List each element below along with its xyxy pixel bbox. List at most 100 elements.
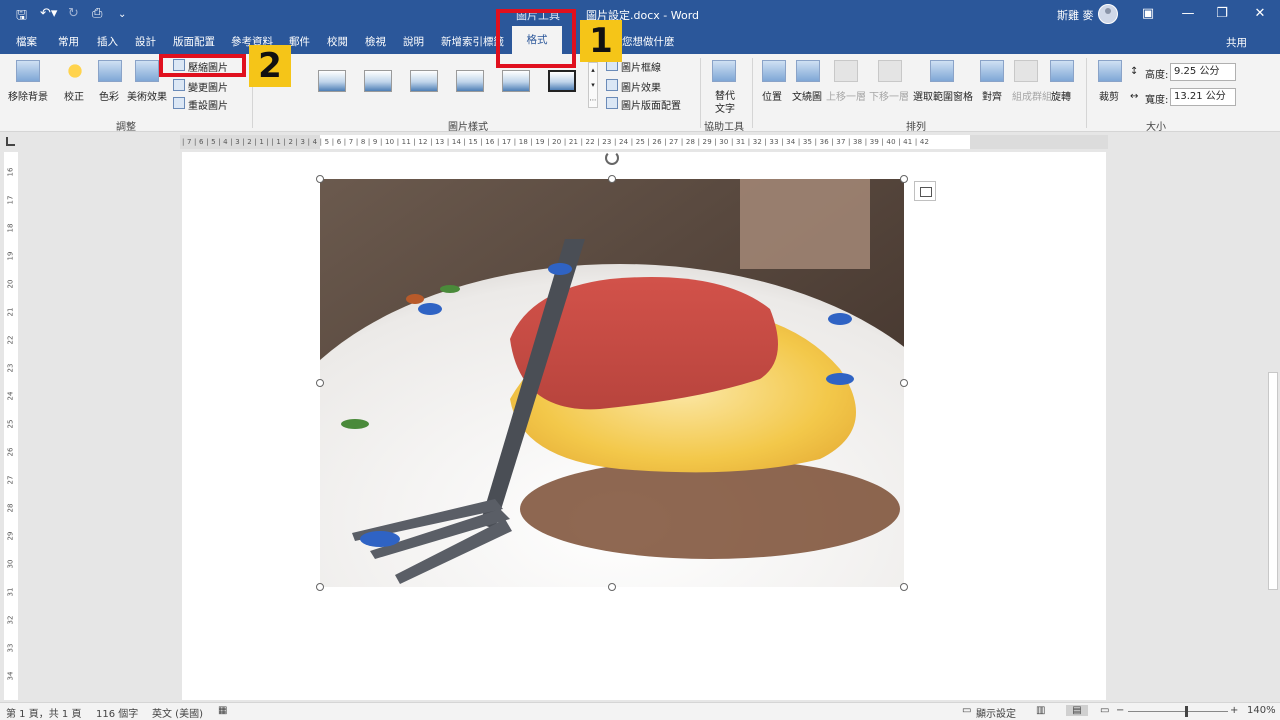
crop-button[interactable]: 裁剪 xyxy=(1099,88,1119,103)
zoom-slider[interactable] xyxy=(1128,711,1228,712)
save-icon[interactable]: 🖫 xyxy=(16,6,27,28)
rotate-button[interactable]: 旋轉 xyxy=(1051,88,1071,103)
selected-picture[interactable] xyxy=(320,179,904,587)
picture-style-thumb-selected[interactable] xyxy=(548,70,576,92)
tab-help[interactable]: 說明 xyxy=(403,34,424,49)
align-icon[interactable] xyxy=(980,60,1004,82)
customize-qat-icon[interactable]: ⌄ xyxy=(118,9,126,20)
bring-forward-icon[interactable] xyxy=(834,60,858,82)
resize-handle[interactable] xyxy=(316,583,324,591)
corrections-icon[interactable] xyxy=(63,60,87,82)
ribbon-display-icon[interactable]: ▣ xyxy=(1138,4,1158,24)
selection-pane-icon[interactable] xyxy=(930,60,954,82)
crop-icon[interactable] xyxy=(1098,60,1122,82)
tab-review[interactable]: 校閱 xyxy=(327,34,348,49)
alt-text-icon[interactable] xyxy=(712,60,736,82)
macro-record-icon[interactable]: ▦ xyxy=(218,705,227,716)
group-objects-button[interactable]: 組成群組 xyxy=(1012,88,1052,103)
color-button[interactable]: 色彩 xyxy=(99,88,119,103)
remove-background-icon[interactable] xyxy=(16,60,40,82)
tab-layout[interactable]: 版面配置 xyxy=(173,34,215,49)
picture-layout-button[interactable]: 圖片版面配置 xyxy=(621,97,681,112)
vertical-scrollbar[interactable] xyxy=(1266,134,1280,700)
picture-style-thumb[interactable] xyxy=(502,70,530,92)
wrap-text-button[interactable]: 文繞圖 xyxy=(792,88,822,103)
group-objects-icon[interactable] xyxy=(1014,60,1038,82)
send-backward-icon[interactable] xyxy=(878,60,902,82)
share-button[interactable]: 共用 xyxy=(1226,35,1247,50)
scrollbar-thumb[interactable] xyxy=(1268,372,1278,590)
resize-handle[interactable] xyxy=(900,379,908,387)
resize-handle[interactable] xyxy=(608,583,616,591)
vertical-ruler[interactable]: 16 17 18 19 20 21 22 23 24 25 26 27 28 2… xyxy=(4,152,18,700)
word-count[interactable]: 116 個字 xyxy=(96,705,138,720)
tab-home[interactable]: 常用 xyxy=(58,34,79,49)
reset-picture-icon[interactable] xyxy=(173,97,185,109)
position-button[interactable]: 位置 xyxy=(762,88,782,103)
remove-background-button[interactable]: 移除背景 xyxy=(8,88,48,103)
selection-pane-button[interactable]: 選取範圍窗格 xyxy=(913,88,973,103)
alt-text-button-line2[interactable]: 文字 xyxy=(715,100,735,115)
minimize-icon[interactable]: — xyxy=(1178,4,1198,24)
display-settings-button[interactable]: 顯示設定 xyxy=(976,705,1016,720)
send-backward-button[interactable]: 下移一層 xyxy=(869,88,909,103)
rotate-icon[interactable] xyxy=(1050,60,1074,82)
tab-selector-icon[interactable] xyxy=(6,137,15,146)
align-button[interactable]: 對齊 xyxy=(982,88,1002,103)
change-picture-icon[interactable] xyxy=(173,79,185,91)
tell-me-box[interactable]: 您想做什麼 xyxy=(622,34,675,49)
height-input[interactable]: 9.25 公分 xyxy=(1170,63,1236,81)
page-count[interactable]: 第 1 頁，共 1 頁 xyxy=(6,705,81,720)
close-icon[interactable]: ✕ xyxy=(1250,4,1270,24)
display-settings-icon[interactable]: ▭ xyxy=(962,705,971,716)
tab-custom[interactable]: 新增索引標籤 xyxy=(441,34,504,49)
bring-forward-button[interactable]: 上移一層 xyxy=(826,88,866,103)
reset-picture-button[interactable]: 重設圖片 xyxy=(188,97,228,112)
horizontal-ruler[interactable]: | 7 | 6 | 5 | 4 | 3 | 2 | 1 | | 1 | 2 | … xyxy=(180,135,1108,149)
picture-effects-button[interactable]: 圖片效果 xyxy=(621,79,661,94)
user-name[interactable]: 斯雞 麥 xyxy=(1057,7,1094,23)
picture-effects-icon[interactable] xyxy=(606,79,618,91)
wrap-text-icon[interactable] xyxy=(796,60,820,82)
undo-icon[interactable]: ↶▾ xyxy=(40,6,57,21)
read-mode-icon[interactable]: ▥ xyxy=(1036,705,1045,716)
picture-border-button[interactable]: 圖片框線 xyxy=(621,59,661,74)
gallery-scroll[interactable]: ▴ ▾ ⋯ xyxy=(588,62,598,108)
language-indicator[interactable]: 英文 (美國) xyxy=(152,705,203,720)
resize-handle[interactable] xyxy=(316,379,324,387)
tab-file[interactable]: 檔案 xyxy=(16,34,37,49)
position-icon[interactable] xyxy=(762,60,786,82)
artistic-effects-icon[interactable] xyxy=(135,60,159,82)
rotate-handle-icon[interactable] xyxy=(605,151,619,165)
layout-options-icon[interactable] xyxy=(914,181,936,201)
tab-design[interactable]: 設計 xyxy=(135,34,156,49)
zoom-slider-thumb[interactable] xyxy=(1185,706,1188,717)
change-picture-button[interactable]: 變更圖片 xyxy=(188,79,228,94)
picture-layout-icon[interactable] xyxy=(606,97,618,109)
tab-mailings[interactable]: 郵件 xyxy=(289,34,310,49)
resize-handle[interactable] xyxy=(316,175,324,183)
resize-handle[interactable] xyxy=(900,583,908,591)
redo-icon[interactable]: ↻ xyxy=(68,6,79,21)
restore-icon[interactable]: ❐ xyxy=(1212,4,1232,24)
picture-style-thumb[interactable] xyxy=(456,70,484,92)
tab-view[interactable]: 檢視 xyxy=(365,34,386,49)
print-layout-icon[interactable]: ▤ xyxy=(1066,705,1088,716)
web-layout-icon[interactable]: ▭ xyxy=(1100,705,1109,716)
avatar[interactable] xyxy=(1098,4,1118,24)
color-icon[interactable] xyxy=(98,60,122,82)
resize-handle[interactable] xyxy=(608,175,616,183)
width-input[interactable]: 13.21 公分 xyxy=(1170,88,1236,106)
picture-style-thumb[interactable] xyxy=(364,70,392,92)
tab-insert[interactable]: 插入 xyxy=(97,34,118,49)
print-preview-icon[interactable]: ⎙ xyxy=(92,6,102,21)
zoom-out-icon[interactable]: − xyxy=(1116,705,1124,716)
picture-style-thumb[interactable] xyxy=(318,70,346,92)
resize-handle[interactable] xyxy=(900,175,908,183)
zoom-level[interactable]: 140% xyxy=(1247,705,1276,716)
corrections-button[interactable]: 校正 xyxy=(64,88,84,103)
zoom-in-icon[interactable]: + xyxy=(1230,705,1238,716)
artistic-effects-button[interactable]: 美術效果 xyxy=(127,88,167,103)
picture-style-thumb[interactable] xyxy=(410,70,438,92)
picture-styles-group-label: 圖片樣式 xyxy=(448,122,488,133)
